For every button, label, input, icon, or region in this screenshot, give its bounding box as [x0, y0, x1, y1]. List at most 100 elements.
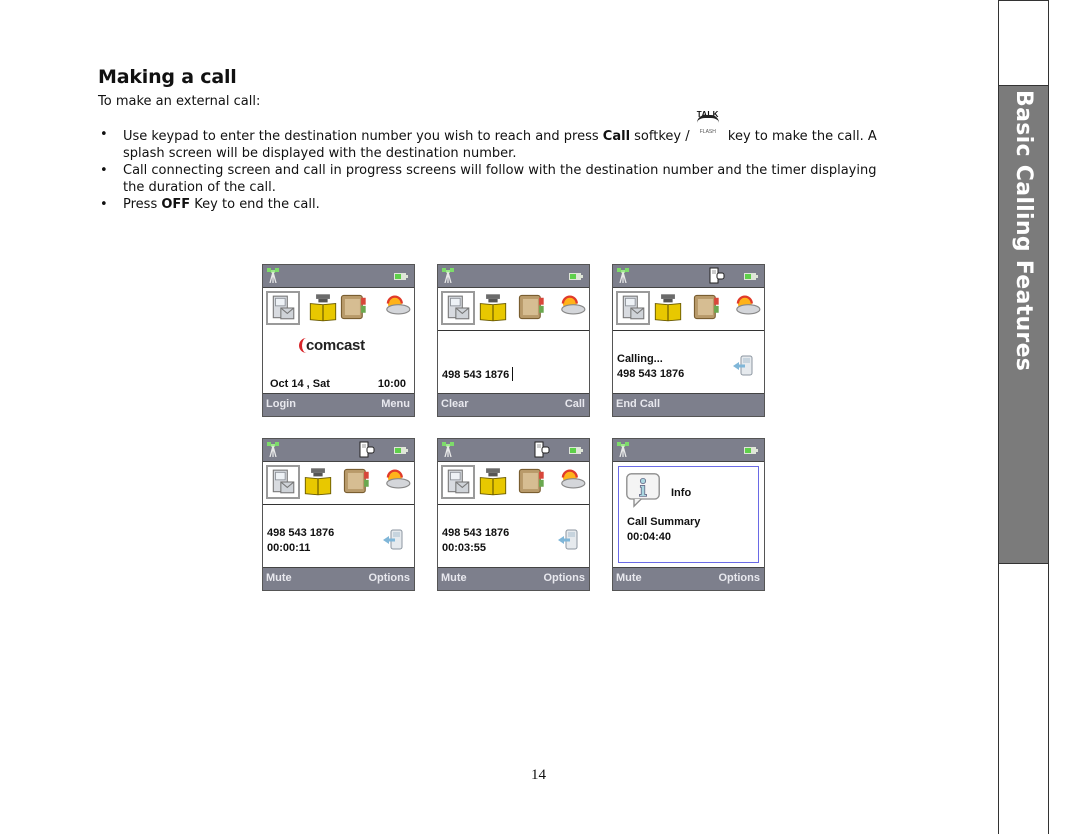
- softkey-options[interactable]: Options: [543, 572, 585, 584]
- messages-icon[interactable]: [441, 465, 475, 499]
- info-dialog: Info Call Summary 00:04:40: [618, 466, 759, 563]
- status-bar: [438, 439, 589, 462]
- softkey-bar: Clear Call: [438, 393, 589, 416]
- chapter-tab-label: Basic Calling Features: [1011, 90, 1036, 372]
- antenna-icon: [267, 268, 279, 283]
- bullet: •: [100, 197, 108, 212]
- call-timer: 00:00:11: [267, 542, 311, 554]
- softkey-bar: Mute Options: [613, 567, 764, 590]
- info-icon: [625, 472, 661, 508]
- softkey-options[interactable]: Options: [368, 572, 410, 584]
- weather-icon[interactable]: [556, 292, 586, 322]
- dialed-number-input[interactable]: 498 543 1876: [442, 367, 514, 381]
- softkey-call[interactable]: Call: [565, 398, 585, 410]
- phonebook-icon[interactable]: [308, 292, 338, 322]
- softkey-mute[interactable]: Mute: [616, 572, 642, 584]
- softkey-options[interactable]: Options: [718, 572, 760, 584]
- phonebook-icon[interactable]: [478, 292, 508, 322]
- messages-icon[interactable]: [441, 291, 475, 325]
- call-summary-label: Call Summary: [627, 516, 701, 528]
- notes-icon[interactable]: [516, 466, 546, 496]
- menu-icon-row: [263, 288, 414, 330]
- call-timer: 00:03:55: [442, 542, 487, 554]
- call-indicator-icon: [709, 267, 725, 284]
- antenna-icon: [442, 268, 454, 283]
- call-number: 498 543 1876: [442, 527, 510, 539]
- phonebook-icon[interactable]: [653, 292, 683, 322]
- call-duration: 00:04:40: [627, 531, 672, 543]
- call-number: 498 543 1876: [267, 527, 335, 539]
- phone-screen-in-call: 498 543 1876 00:03:55 Mute Options: [437, 438, 590, 591]
- softkey-bar: Mute Options: [263, 567, 414, 590]
- phonebook-icon[interactable]: [303, 466, 333, 496]
- info-title: Info: [671, 487, 692, 499]
- phone-screen-calling: Calling... 498 543 1876 End Call: [612, 264, 765, 417]
- transfer-icon: [732, 355, 754, 377]
- notes-icon[interactable]: [338, 292, 368, 322]
- text-cursor: [512, 367, 514, 381]
- menu-icon-row: [438, 288, 589, 331]
- status-bar: [613, 265, 764, 288]
- softkey-clear[interactable]: Clear: [441, 398, 469, 410]
- page-number: 14: [531, 767, 546, 783]
- messages-icon[interactable]: [616, 291, 650, 325]
- weather-icon[interactable]: [381, 466, 411, 496]
- bullet: •: [100, 163, 108, 178]
- softkey-mute[interactable]: Mute: [266, 572, 292, 584]
- softkey-bar: End Call: [613, 393, 764, 416]
- menu-icon-row: [438, 462, 589, 505]
- list-item: • Use keypad to enter the destination nu…: [100, 110, 877, 161]
- menu-icon-row: [263, 462, 414, 505]
- status-bar: [613, 439, 764, 462]
- phone-screen-idle: comcast Oct 14 , Sat 10:00 Login Menu: [262, 264, 415, 417]
- phonebook-icon[interactable]: [478, 466, 508, 496]
- softkey-menu[interactable]: Menu: [381, 398, 410, 410]
- phone-screen-call-summary: Info Call Summary 00:04:40 Mute Options: [612, 438, 765, 591]
- section-heading: Making a call: [98, 66, 237, 88]
- softkey-mute[interactable]: Mute: [441, 572, 467, 584]
- battery-icon: [569, 447, 583, 454]
- battery-icon: [394, 447, 408, 454]
- weather-icon[interactable]: [556, 466, 586, 496]
- menu-icon-row: [613, 288, 764, 331]
- list-item: • Call connecting screen and call in pro…: [100, 163, 877, 195]
- softkey-login[interactable]: Login: [266, 398, 296, 410]
- status-bar: [438, 265, 589, 288]
- comcast-logo: comcast: [299, 338, 365, 353]
- intro-text: To make an external call:: [98, 94, 261, 109]
- screen-content: Info Call Summary 00:04:40: [613, 462, 764, 567]
- battery-icon: [744, 447, 758, 454]
- phone-screen-in-call: 498 543 1876 00:00:11 Mute Options: [262, 438, 415, 591]
- status-bar: [263, 265, 414, 288]
- weather-icon[interactable]: [381, 292, 411, 322]
- instruction-list: • Use keypad to enter the destination nu…: [98, 110, 888, 213]
- screen-content: comcast Oct 14 , Sat 10:00: [263, 331, 414, 393]
- messages-icon[interactable]: [266, 465, 300, 499]
- battery-icon: [569, 273, 583, 280]
- screen-content: 498 543 1876 00:03:55: [438, 505, 589, 567]
- antenna-icon: [442, 442, 454, 457]
- screen-content: Calling... 498 543 1876: [613, 331, 764, 393]
- transfer-icon: [557, 529, 579, 551]
- antenna-icon: [617, 442, 629, 457]
- softkey-end-call[interactable]: End Call: [616, 398, 660, 410]
- weather-icon[interactable]: [731, 292, 761, 322]
- dialed-number: 498 543 1876: [617, 368, 685, 380]
- date-label: Oct 14 , Sat: [270, 378, 330, 390]
- battery-icon: [744, 273, 758, 280]
- messages-icon[interactable]: [266, 291, 300, 325]
- screen-content: 498 543 1876 00:00:11: [263, 505, 414, 567]
- call-indicator-icon: [534, 441, 550, 458]
- notes-icon[interactable]: [341, 466, 371, 496]
- notes-icon[interactable]: [691, 292, 721, 322]
- bullet: •: [100, 127, 108, 142]
- status-bar: [263, 439, 414, 462]
- notes-icon[interactable]: [516, 292, 546, 322]
- chapter-tab[interactable]: Basic Calling Features: [998, 85, 1049, 564]
- list-item: • Press OFF Key to end the call.: [100, 197, 320, 212]
- time-label: 10:00: [377, 378, 406, 390]
- softkey-bar: Mute Options: [438, 567, 589, 590]
- screen-content: 498 543 1876: [438, 331, 589, 393]
- battery-icon: [394, 273, 408, 280]
- side-frame-top: [998, 0, 1049, 1]
